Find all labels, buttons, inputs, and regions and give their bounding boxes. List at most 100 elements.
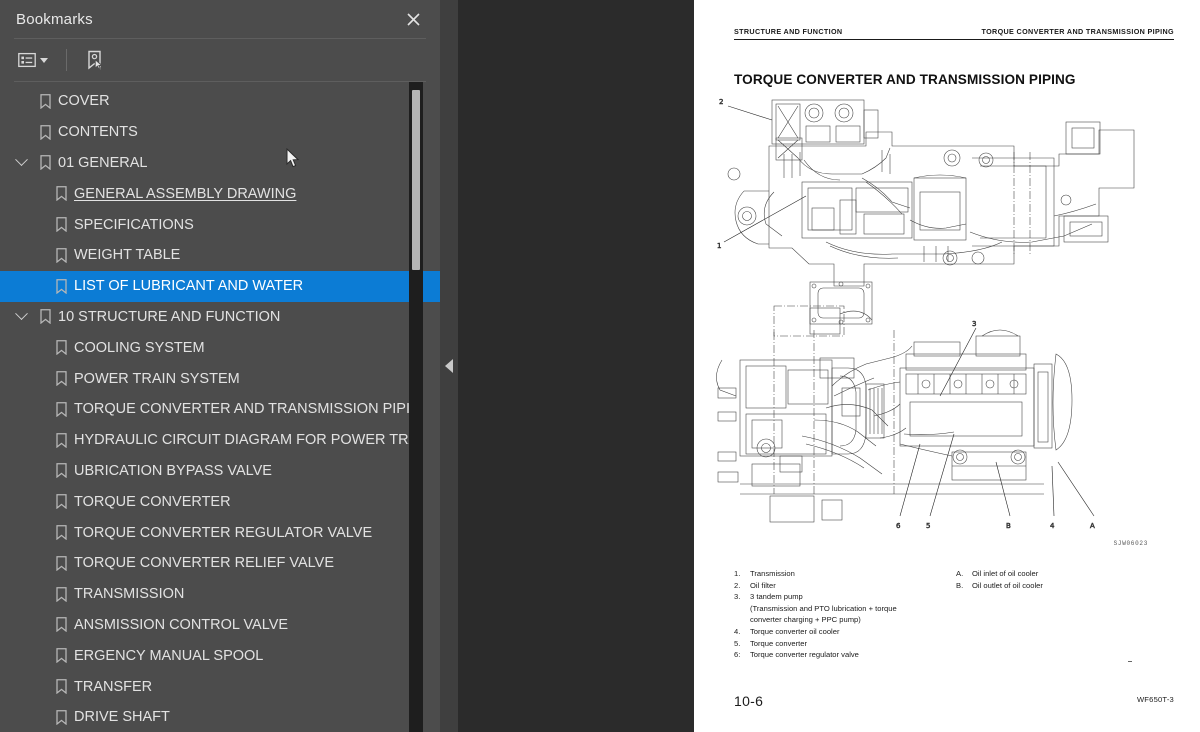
bookmark-icon [48, 617, 74, 633]
svg-text:B: B [1006, 522, 1011, 530]
bookmark-label: 10 STRUCTURE AND FUNCTION [58, 308, 281, 325]
bookmark-icon [48, 371, 74, 387]
bookmark-icon [32, 155, 58, 171]
bookmark-icon [48, 679, 74, 695]
bookmark-item[interactable]: COOLING SYSTEM [0, 332, 440, 363]
scrollbar-thumb[interactable] [412, 90, 420, 270]
bookmark-label: SPECIFICATIONS [74, 216, 194, 233]
document-viewer[interactable]: STRUCTURE AND FUNCTION TORQUE CONVERTER … [458, 0, 1200, 732]
legend-text: 3 tandem pump [750, 592, 803, 602]
bookmark-label: TORQUE CONVERTER RELIEF VALVE [74, 555, 334, 572]
bookmark-icon [48, 494, 74, 510]
new-bookmark-icon[interactable] [83, 48, 107, 72]
legend-item: 1. Transmission [734, 568, 952, 580]
bookmark-item[interactable]: ANSMISSION CONTROL VALVE [0, 610, 440, 641]
bookmark-item[interactable]: UBRICATION BYPASS VALVE [0, 456, 440, 487]
bookmark-label: COVER [58, 93, 110, 110]
running-head-left: STRUCTURE AND FUNCTION [734, 27, 843, 36]
legend-number: 3. [734, 592, 741, 602]
legend-subtext-line2: converter charging + PPC pump) [750, 615, 861, 625]
legend-item: 5. Torque converter [734, 638, 952, 650]
legend-text: Torque converter regulator valve [750, 650, 859, 660]
legend-number: 6: [734, 650, 741, 660]
bookmark-icon [48, 710, 74, 725]
legend-number: 5. [734, 638, 741, 648]
bookmark-label: ERGENCY MANUAL SPOOL [74, 647, 264, 664]
bookmark-item[interactable]: TRANSMISSION [0, 579, 440, 610]
legend-text: Torque converter oil cooler [750, 626, 840, 636]
svg-text:A: A [1090, 522, 1095, 530]
bookmark-item[interactable]: TORQUE CONVERTER [0, 486, 440, 517]
bookmark-item[interactable]: POWER TRAIN SYSTEM [0, 363, 440, 394]
chevron-down-icon[interactable] [10, 307, 32, 321]
svg-text:6: 6 [896, 522, 901, 530]
figure-legend: 1. Transmission 2. Oil filter 3. 3 tande… [734, 568, 1174, 661]
legend-subtext-line1: (Transmission and PTO lubrication + torq… [750, 603, 897, 613]
running-head-rule [734, 39, 1174, 41]
collapse-left-icon[interactable] [445, 359, 453, 373]
legend-numbered-column: 1. Transmission 2. Oil filter 3. 3 tande… [734, 568, 952, 661]
bookmark-item[interactable]: LIST OF LUBRICANT AND WATER [0, 270, 440, 302]
page-number: 10-6 [734, 693, 764, 709]
bookmark-item[interactable]: GENERAL ASSEMBLY DRAWING [0, 178, 440, 209]
close-icon[interactable] [400, 6, 426, 32]
bookmark-icon [48, 463, 74, 479]
bookmark-label: TORQUE CONVERTER AND TRANSMISSION PIPING [74, 401, 416, 418]
drawing-reference-number: SJW06023 [1113, 540, 1148, 547]
legend-text: Torque converter [750, 638, 807, 648]
bookmark-icon [32, 124, 58, 140]
bookmark-item[interactable]: 01 GENERAL [0, 148, 440, 179]
bookmarks-tree: COVER CONTENTS 01 GENERAL GENERAL ASSEMBLY … [0, 82, 440, 732]
legend-item: 4. Torque converter oil cooler [734, 626, 952, 638]
bookmark-label: HYDRAULIC CIRCUIT DIAGRAM FOR POWER TRAI… [74, 432, 416, 449]
bookmarks-scrollbar[interactable] [409, 82, 423, 732]
pdf-reader-window: Bookmarks COVER CONTENTS 01 GENERAL GENE… [0, 0, 1200, 732]
list-options-icon[interactable] [16, 50, 50, 70]
bookmark-label: 01 GENERAL [58, 154, 148, 171]
bookmark-label: LIST OF LUBRICANT AND WATER [74, 278, 304, 295]
bookmark-label: TORQUE CONVERTER REGULATOR VALVE [74, 524, 373, 541]
bookmark-icon [48, 432, 74, 448]
legend-text: Oil outlet of oil cooler [972, 580, 1043, 590]
panel-divider[interactable] [440, 0, 458, 732]
bookmark-item[interactable]: TORQUE CONVERTER RELIEF VALVE [0, 548, 440, 579]
chevron-down-icon[interactable] [40, 57, 48, 63]
page-running-head: STRUCTURE AND FUNCTION TORQUE CONVERTER … [734, 27, 1174, 36]
bookmark-label: UBRICATION BYPASS VALVE [74, 462, 272, 479]
bookmark-item[interactable]: COVER [0, 86, 440, 117]
legend-item: A. Oil inlet of oil cooler [956, 568, 1174, 580]
svg-text:1: 1 [717, 242, 721, 250]
bookmark-item[interactable]: TORQUE CONVERTER AND TRANSMISSION PIPING [0, 394, 440, 425]
panel-title: Bookmarks [16, 10, 93, 28]
toolbar-separator [66, 49, 67, 71]
bookmark-label: TRANSMISSION [74, 586, 185, 603]
svg-text:4: 4 [1050, 522, 1055, 530]
bookmark-item[interactable]: TRANSFER [0, 671, 440, 702]
bookmark-label: WEIGHT TABLE [74, 247, 181, 264]
legend-item: B. Oil outlet of oil cooler [956, 580, 1174, 592]
technical-drawing-figure: 2 1 3 6 5 B 4 A [714, 96, 1184, 546]
bookmark-label: TORQUE CONVERTER [74, 493, 231, 510]
chevron-down-icon[interactable] [10, 153, 32, 167]
bookmark-label: DRIVE SHAFT [74, 709, 170, 726]
legend-number: 4. [734, 626, 741, 636]
svg-text:3: 3 [972, 320, 976, 328]
svg-text:2: 2 [719, 98, 723, 106]
bookmark-item[interactable]: TORQUE CONVERTER REGULATOR VALVE [0, 517, 440, 548]
bookmark-item[interactable]: 10 STRUCTURE AND FUNCTION [0, 302, 440, 333]
bookmark-item[interactable]: DRIVE SHAFT [0, 702, 440, 732]
bookmark-item[interactable]: SPECIFICATIONS [0, 209, 440, 240]
bookmark-item[interactable]: HYDRAULIC CIRCUIT DIAGRAM FOR POWER TRAI… [0, 425, 440, 456]
bookmark-item[interactable]: WEIGHT TABLE [0, 240, 440, 271]
legend-text: Transmission [750, 569, 795, 578]
bookmarks-panel: Bookmarks COVER CONTENTS 01 GENERAL GENE… [0, 0, 440, 732]
bookmark-item[interactable]: CONTENTS [0, 117, 440, 148]
bookmark-item[interactable]: ERGENCY MANUAL SPOOL [0, 640, 440, 671]
bookmark-label: GENERAL ASSEMBLY DRAWING [74, 185, 297, 202]
bookmark-label: TRANSFER [74, 678, 153, 695]
bookmark-icon [48, 248, 74, 263]
bookmark-label: ANSMISSION CONTROL VALVE [74, 616, 289, 633]
legend-item: 3. 3 tandem pump [734, 591, 952, 603]
bookmark-label: COOLING SYSTEM [74, 339, 205, 356]
legend-lettered-column: A. Oil inlet of oil cooler B. Oil outlet… [952, 568, 1174, 661]
